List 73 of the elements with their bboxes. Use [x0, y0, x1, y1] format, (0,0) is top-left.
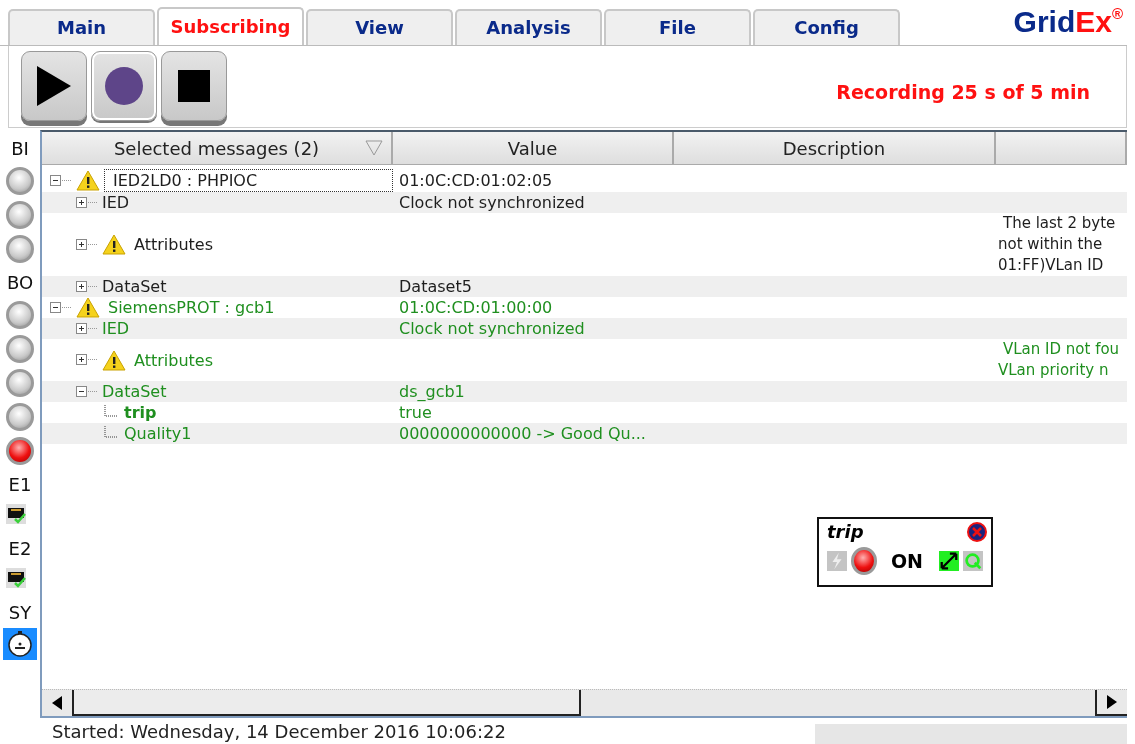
- tab[interactable]: Subscribing: [157, 6, 304, 45]
- network-port-icon: [6, 568, 26, 589]
- logo: GridEx$^{®}$: [1013, 5, 1123, 40]
- table-row[interactable]: DataSet Dataset5: [42, 276, 1127, 298]
- value-text: 01:0C:CD:01:02:05: [398, 171, 553, 191]
- description-text: The last 2 byte not within the 01:FF)VLan ID: [998, 213, 1116, 277]
- warning-icon: [76, 297, 100, 319]
- scroll-right-button[interactable]: [1095, 690, 1127, 717]
- tab[interactable]: Config: [753, 8, 900, 45]
- collapse-icon[interactable]: [50, 301, 72, 314]
- message-label: Attributes: [133, 350, 214, 370]
- value-text: Clock not synchronized: [398, 193, 585, 213]
- tree-branch-icon: [104, 425, 118, 438]
- channel-label: SY: [8, 600, 32, 625]
- message-label: IED: [101, 193, 131, 213]
- close-icon[interactable]: [967, 522, 987, 543]
- collapse-icon[interactable]: [50, 174, 72, 187]
- value-text: Dataset5: [398, 277, 472, 297]
- expand-icon[interactable]: [76, 354, 98, 367]
- tab[interactable]: Main: [8, 8, 155, 45]
- sort-icon: [365, 140, 383, 157]
- message-label: Quality1: [123, 424, 193, 444]
- tab[interactable]: Analysis: [455, 8, 602, 45]
- channel-label: BO: [6, 270, 34, 295]
- left-arrow-icon: [52, 696, 62, 711]
- message-label: DataSet: [101, 382, 168, 402]
- value-text: 0000000000000 -> Good Qu...: [398, 424, 646, 444]
- warning-icon: [102, 234, 126, 256]
- message-label: Attributes: [133, 235, 214, 255]
- table-row[interactable]: IED Clock not synchronized: [42, 318, 1127, 340]
- lightning-icon: [827, 550, 847, 573]
- table-row[interactable]: DataSet ds_gcb1: [42, 381, 1127, 403]
- record-button[interactable]: [91, 51, 157, 122]
- message-label: DataSet: [101, 277, 168, 297]
- tab[interactable]: File: [604, 8, 751, 45]
- channel-label: E2: [8, 536, 32, 561]
- resize-arrow-icon: [939, 550, 959, 573]
- expand-icon[interactable]: [76, 196, 98, 209]
- popup-title: trip: [827, 521, 865, 543]
- warning-icon: [102, 349, 126, 371]
- channel-label: E1: [8, 472, 32, 497]
- record-icon: [104, 66, 144, 107]
- stop-icon: [178, 70, 210, 103]
- value-text: ds_gcb1: [398, 382, 465, 402]
- description-text: VLan ID not fou VLan priority n: [998, 339, 1120, 382]
- collapse-icon[interactable]: [76, 385, 98, 398]
- table-row[interactable]: IED Clock not synchronized: [42, 192, 1127, 214]
- value-text: 01:0C:CD:01:00:00: [398, 298, 553, 318]
- status-text: Started: Wednesday, 14 December 2016 10:06:22: [51, 720, 506, 742]
- expand-icon[interactable]: [76, 238, 98, 251]
- tab[interactable]: View: [306, 8, 453, 45]
- expand-icon[interactable]: [76, 280, 98, 293]
- column-header[interactable]: Value: [393, 132, 674, 166]
- play-icon: [37, 66, 71, 107]
- value-text: true: [398, 403, 432, 423]
- channel-label: BI: [11, 136, 29, 161]
- tree-branch-icon: [104, 404, 118, 417]
- message-label: trip: [123, 403, 158, 423]
- sync-clock-icon[interactable]: [3, 628, 37, 661]
- message-label: SiemensPROT : gcb1: [107, 298, 276, 318]
- recording-status: Recording 25 s of 5 min: [836, 80, 1090, 104]
- right-arrow-icon: [1107, 695, 1117, 710]
- expand-icon[interactable]: [76, 322, 98, 335]
- column-header[interactable]: Selected messages (2): [42, 132, 393, 166]
- warning-icon: [76, 170, 100, 192]
- message-label: IED: [101, 319, 131, 339]
- quality-icon: [963, 550, 983, 573]
- value-text: Clock not synchronized: [398, 319, 585, 339]
- state-text: ON: [890, 550, 924, 573]
- scroll-thumb[interactable]: [74, 690, 581, 717]
- table-row[interactable]: Quality1 0000000000000 -> Good Qu...: [42, 423, 1127, 445]
- network-port-icon: [6, 504, 26, 525]
- column-header[interactable]: Description: [674, 132, 996, 166]
